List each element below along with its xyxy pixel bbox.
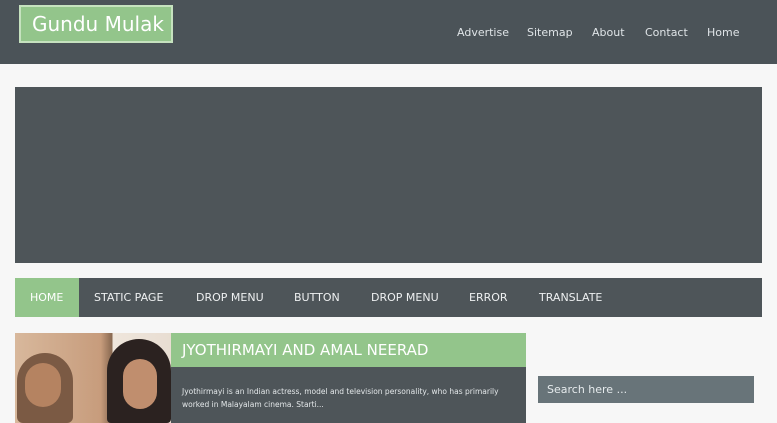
thumbnail-face-right bbox=[123, 359, 157, 409]
top-nav-home[interactable]: Home bbox=[707, 26, 739, 39]
top-nav-sitemap[interactable]: Sitemap bbox=[527, 26, 573, 39]
main-nav-drop-menu-2[interactable]: DROP MENU bbox=[356, 278, 454, 317]
main-nav-translate[interactable]: TRANSLATE bbox=[524, 278, 617, 317]
top-nav-contact[interactable]: Contact bbox=[645, 26, 688, 39]
site-header: Gundu Mulak Advertise Sitemap About Cont… bbox=[0, 0, 777, 64]
post-excerpt-box: Jyothirmayi is an Indian actress, model … bbox=[171, 367, 526, 423]
thumbnail-face-left bbox=[25, 363, 61, 407]
top-nav-advertise[interactable]: Advertise bbox=[457, 26, 509, 39]
post-title[interactable]: JYOTHIRMAYI AND AMAL NEERAD bbox=[171, 333, 526, 367]
main-nav-static-page[interactable]: STATIC PAGE bbox=[79, 278, 178, 317]
main-nav-error[interactable]: ERROR bbox=[454, 278, 523, 317]
top-nav: Advertise Sitemap About Contact Home bbox=[0, 26, 777, 40]
post-excerpt: Jyothirmayi is an Indian actress, model … bbox=[182, 387, 499, 409]
main-nav-button[interactable]: BUTTON bbox=[279, 278, 355, 317]
banner-area bbox=[15, 87, 762, 263]
main-nav: HOME STATIC PAGE DROP MENU BUTTON DROP M… bbox=[15, 278, 762, 317]
main-nav-drop-menu[interactable]: DROP MENU bbox=[181, 278, 279, 317]
search-input[interactable] bbox=[538, 376, 754, 403]
main-nav-home[interactable]: HOME bbox=[15, 278, 79, 317]
featured-post: JYOTHIRMAYI AND AMAL NEERAD Jyothirmayi … bbox=[15, 333, 526, 423]
top-nav-about[interactable]: About bbox=[592, 26, 625, 39]
post-thumbnail[interactable] bbox=[15, 333, 171, 423]
